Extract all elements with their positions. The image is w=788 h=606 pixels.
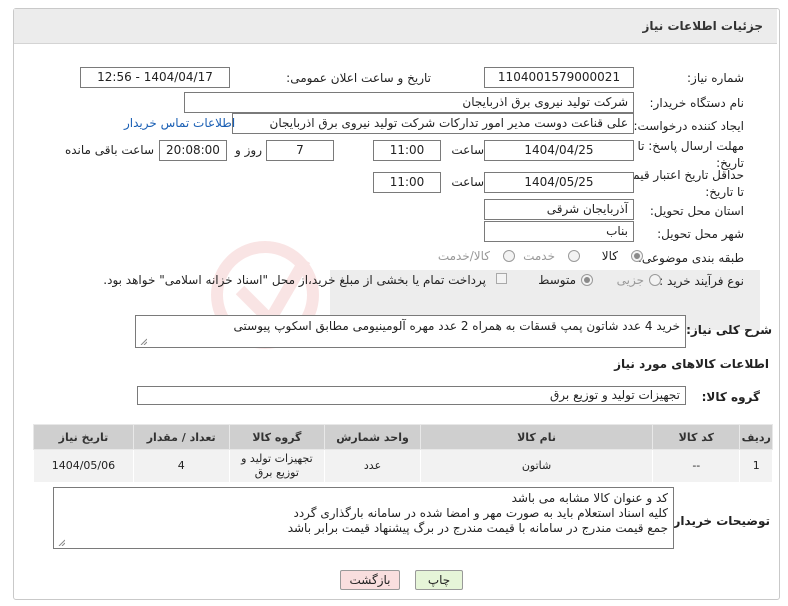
announce-field[interactable]: 1404/04/17 - 12:56 (80, 67, 230, 88)
summary-textarea[interactable]: خرید 4 عدد شاتون پمپ قسقات به همراه 2 عد… (135, 315, 686, 348)
page: جزئیات اطلاعات نیاز شماره نیاز: 11040015… (0, 0, 788, 606)
cell-qty: 4 (132, 449, 230, 483)
table-row: 1 -- شاتون عدد تجهیزات تولید و توزیع برق… (33, 449, 773, 483)
category-radio-service[interactable] (568, 250, 580, 262)
category-option-service: خدمت (523, 249, 555, 263)
col-unit: واحد شمارش (324, 424, 421, 450)
col-qty: تعداد / مقدار (132, 424, 230, 450)
resize-grip-icon[interactable] (57, 538, 65, 546)
panel-title: جزئیات اطلاعات نیاز (642, 19, 763, 33)
province-field[interactable]: آذربایجان شرقی (484, 199, 634, 220)
requester-label: ایجاد کننده درخواست: (633, 119, 744, 133)
province-label: استان محل تحویل: (649, 204, 744, 218)
category-label: طبقه بندی موضوعی: (637, 251, 744, 265)
process-radio-medium[interactable] (581, 274, 593, 286)
category-option-goods: کالا (601, 249, 618, 263)
buyer-notes-label: توضیحات خریدار: (668, 514, 770, 528)
treasury-payment-checkbox[interactable] (496, 273, 507, 284)
announce-label: تاریخ و ساعت اعلان عمومی: (286, 71, 431, 85)
col-code: کد کالا (652, 424, 741, 450)
days-label: روز و (235, 143, 262, 157)
col-date: تاریخ نیاز (33, 424, 134, 450)
cell-row: 1 (739, 449, 773, 483)
category-option-goods-service: کالا/خدمت (437, 249, 490, 263)
buyer-note-line: کد و عنوان کالا مشابه می باشد (511, 491, 668, 505)
validity-date-field[interactable]: 1404/05/25 (484, 172, 634, 193)
goods-group-field[interactable]: تجهیزات تولید و توزیع برق (137, 386, 686, 405)
category-radio-goods[interactable] (631, 250, 643, 262)
summary-text: خرید 4 عدد شاتون پمپ قسقات به همراه 2 عد… (233, 319, 680, 333)
process-type-label: نوع فرآیند خرید : (659, 274, 744, 288)
cell-name: شاتون (419, 449, 654, 483)
remaining-time-label: ساعت باقی مانده (64, 143, 154, 157)
col-group: گروه کالا (228, 424, 326, 450)
process-option-minor: جزیی (616, 273, 644, 287)
cell-unit: عدد (324, 449, 421, 483)
buyer-org-field[interactable]: شرکت تولید نیروی برق اذربایجان (184, 92, 634, 113)
summary-label: شرح کلی نیاز: (686, 323, 772, 337)
back-button[interactable]: بازگشت (340, 570, 400, 590)
city-label: شهر محل تحویل: (657, 227, 744, 241)
reply-date-field[interactable]: 1404/04/25 (484, 140, 634, 161)
contact-info-link[interactable]: اطلاعات تماس خریدار (124, 116, 235, 130)
need-number-field[interactable]: 1104001579000021 (484, 67, 634, 88)
reply-time-field[interactable]: 11:00 (373, 140, 441, 161)
cell-code: -- (652, 449, 741, 483)
buyer-note-line: کلیه اسناد استعلام باید به صورت مهر و ام… (293, 506, 668, 520)
goods-section-title: اطلاعات کالاهای مورد نیاز (614, 357, 769, 371)
remaining-time-field[interactable]: 20:08:00 (159, 140, 227, 161)
col-row: ردیف (739, 424, 773, 450)
goods-table: ردیف کد کالا نام کالا واحد شمارش گروه کا… (33, 424, 773, 483)
city-field[interactable]: بناب (484, 221, 634, 242)
buyer-org-label: نام دستگاه خریدار: (649, 96, 745, 110)
buyer-note-line: جمع قیمت مندرج در سامانه با قیمت مندرج د… (287, 521, 668, 535)
need-number-label: شماره نیاز: (687, 71, 744, 85)
requester-field[interactable]: علی قناعت دوست مدیر امور تدارکات شرکت تو… (232, 113, 634, 134)
days-field[interactable]: 7 (266, 140, 334, 161)
goods-table-header: ردیف کد کالا نام کالا واحد شمارش گروه کا… (33, 424, 773, 450)
process-option-medium: متوسط (538, 273, 576, 287)
reply-time-label: ساعت (451, 143, 484, 157)
cell-date: 1404/05/06 (33, 449, 134, 483)
resize-grip-icon[interactable] (139, 337, 147, 345)
validity-time-label: ساعت (451, 175, 484, 189)
buyer-notes-textarea[interactable]: کد و عنوان کالا مشابه می باشد کلیه اسناد… (53, 487, 674, 549)
category-radio-goods-service[interactable] (503, 250, 515, 262)
cell-group: تجهیزات تولید و توزیع برق (228, 449, 326, 483)
validity-time-field[interactable]: 11:00 (373, 172, 441, 193)
print-button[interactable]: چاپ (415, 570, 463, 590)
goods-group-label: گروه کالا: (701, 390, 760, 404)
treasury-payment-note: پرداخت تمام یا بخشی از مبلغ خرید،از محل … (103, 273, 486, 287)
process-radio-minor[interactable] (649, 274, 661, 286)
panel-header: جزئیات اطلاعات نیاز (14, 9, 777, 44)
col-name: نام کالا (419, 424, 654, 450)
